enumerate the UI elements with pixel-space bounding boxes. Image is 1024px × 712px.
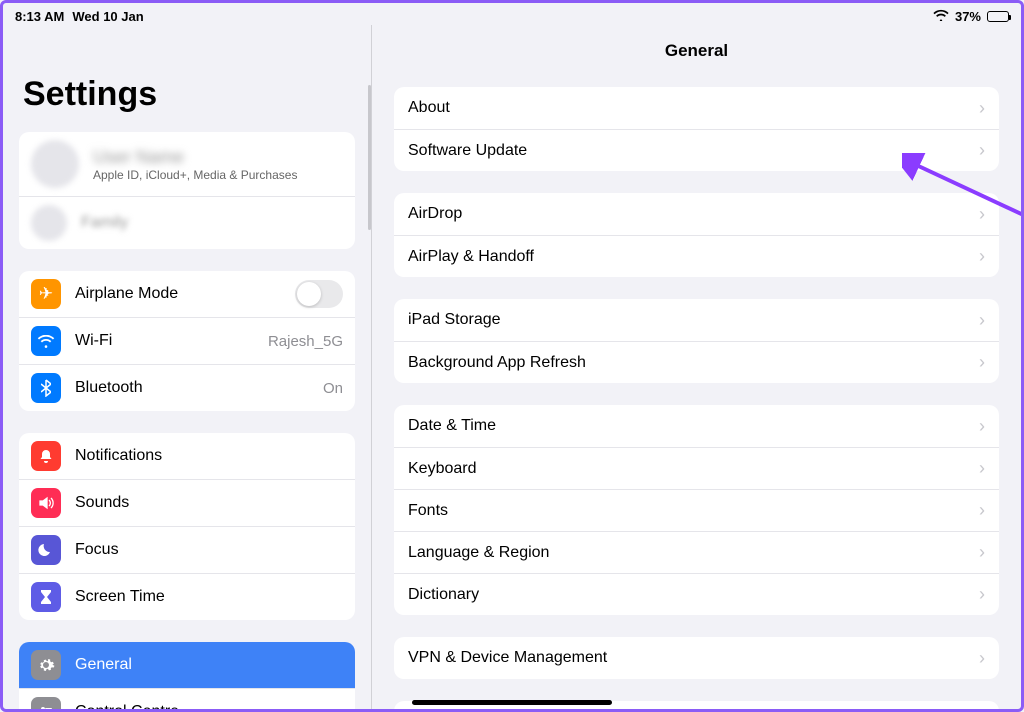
chevron-right-icon: ›	[979, 584, 985, 605]
chevron-right-icon: ›	[979, 310, 985, 331]
screentime-row[interactable]: Screen Time	[19, 573, 355, 620]
battery-pct: 37%	[955, 9, 981, 24]
sounds-row[interactable]: Sounds	[19, 479, 355, 526]
sounds-label: Sounds	[75, 494, 129, 512]
status-time: 8:13 AM	[15, 9, 64, 24]
wifi-label: Wi-Fi	[75, 332, 254, 350]
vpn-row[interactable]: VPN & Device Management ›	[394, 637, 999, 679]
page-title: Settings	[23, 75, 355, 114]
dictionary-label: Dictionary	[408, 586, 479, 604]
focus-label: Focus	[75, 541, 119, 559]
wifi-row[interactable]: Wi-Fi Rajesh_5G	[19, 317, 355, 364]
storage-label: iPad Storage	[408, 311, 501, 329]
hourglass-icon	[31, 582, 61, 612]
settings-sidebar: Settings User Name Apple ID, iCloud+, Me…	[3, 25, 371, 709]
wifi-icon	[933, 9, 949, 24]
chevron-right-icon: ›	[979, 204, 985, 225]
airplay-label: AirPlay & Handoff	[408, 248, 534, 266]
controlcentre-label: Control Centre	[75, 703, 179, 709]
bgapp-label: Background App Refresh	[408, 354, 586, 372]
about-label: About	[408, 99, 450, 117]
wifi-value: Rajesh_5G	[268, 333, 343, 350]
chevron-right-icon: ›	[979, 542, 985, 563]
airplay-row[interactable]: AirPlay & Handoff ›	[394, 235, 999, 277]
software-update-label: Software Update	[408, 142, 527, 160]
connectivity-group: ✈︎ Airplane Mode Wi-Fi Rajesh_5G Bluetoo…	[19, 271, 355, 411]
status-date: Wed 10 Jan	[72, 9, 143, 24]
datetime-label: Date & Time	[408, 417, 496, 435]
keyboard-row[interactable]: Keyboard ›	[394, 447, 999, 489]
bluetooth-row[interactable]: Bluetooth On	[19, 364, 355, 411]
notifications-row[interactable]: Notifications	[19, 433, 355, 479]
airplane-toggle[interactable]	[295, 280, 343, 308]
status-bar: 8:13 AM Wed 10 Jan 37%	[3, 3, 1021, 25]
notifications-group: Notifications Sounds Focus Screen Time	[19, 433, 355, 620]
chevron-right-icon: ›	[979, 352, 985, 373]
software-update-row[interactable]: Software Update ›	[394, 129, 999, 171]
airdrop-row[interactable]: AirDrop ›	[394, 193, 999, 235]
chevron-right-icon: ›	[979, 98, 985, 119]
chevron-right-icon: ›	[979, 140, 985, 161]
datetime-row[interactable]: Date & Time ›	[394, 405, 999, 447]
speaker-icon	[31, 488, 61, 518]
chevron-right-icon: ›	[979, 500, 985, 521]
gear-icon	[31, 650, 61, 680]
bell-icon	[31, 441, 61, 471]
general-label: General	[75, 656, 132, 674]
chevron-right-icon: ›	[979, 246, 985, 267]
family-row[interactable]: Family	[19, 196, 355, 249]
fonts-label: Fonts	[408, 502, 448, 520]
airdrop-label: AirDrop	[408, 205, 462, 223]
moon-icon	[31, 535, 61, 565]
bgapp-row[interactable]: Background App Refresh ›	[394, 341, 999, 383]
fonts-row[interactable]: Fonts ›	[394, 489, 999, 531]
chevron-right-icon: ›	[979, 416, 985, 437]
wifi-settings-icon	[31, 326, 61, 356]
focus-row[interactable]: Focus	[19, 526, 355, 573]
account-subtitle: Apple ID, iCloud+, Media & Purchases	[93, 168, 343, 182]
panel-title: General	[394, 41, 999, 61]
storage-row[interactable]: iPad Storage ›	[394, 299, 999, 341]
dictionary-row[interactable]: Dictionary ›	[394, 573, 999, 615]
general-panel: General About › Software Update › AirDro…	[371, 25, 1021, 709]
screentime-label: Screen Time	[75, 588, 165, 606]
family-label: Family	[81, 214, 343, 232]
airplane-mode-row[interactable]: ✈︎ Airplane Mode	[19, 271, 355, 317]
chevron-right-icon: ›	[979, 648, 985, 669]
avatar	[31, 140, 79, 188]
chevron-right-icon: ›	[979, 458, 985, 479]
bluetooth-value: On	[323, 380, 343, 397]
about-row[interactable]: About ›	[394, 87, 999, 129]
general-row[interactable]: General	[19, 642, 355, 688]
battery-icon	[987, 11, 1009, 22]
sliders-icon	[31, 697, 61, 709]
langregion-row[interactable]: Language & Region ›	[394, 531, 999, 573]
langregion-label: Language & Region	[408, 544, 549, 562]
controlcentre-row[interactable]: Control Centre	[19, 688, 355, 709]
vpn-label: VPN & Device Management	[408, 649, 607, 667]
notifications-label: Notifications	[75, 447, 162, 465]
family-avatar	[31, 205, 67, 241]
airplane-icon: ✈︎	[31, 279, 61, 309]
bluetooth-icon	[31, 373, 61, 403]
bluetooth-label: Bluetooth	[75, 379, 309, 397]
system-group: General Control Centre Display & Brightn…	[19, 642, 355, 709]
keyboard-label: Keyboard	[408, 460, 477, 478]
apple-id-row[interactable]: User Name Apple ID, iCloud+, Media & Pur…	[19, 132, 355, 196]
airplane-label: Airplane Mode	[75, 285, 281, 303]
account-name: User Name	[93, 147, 343, 168]
home-indicator[interactable]	[412, 700, 612, 705]
account-group: User Name Apple ID, iCloud+, Media & Pur…	[19, 132, 355, 249]
